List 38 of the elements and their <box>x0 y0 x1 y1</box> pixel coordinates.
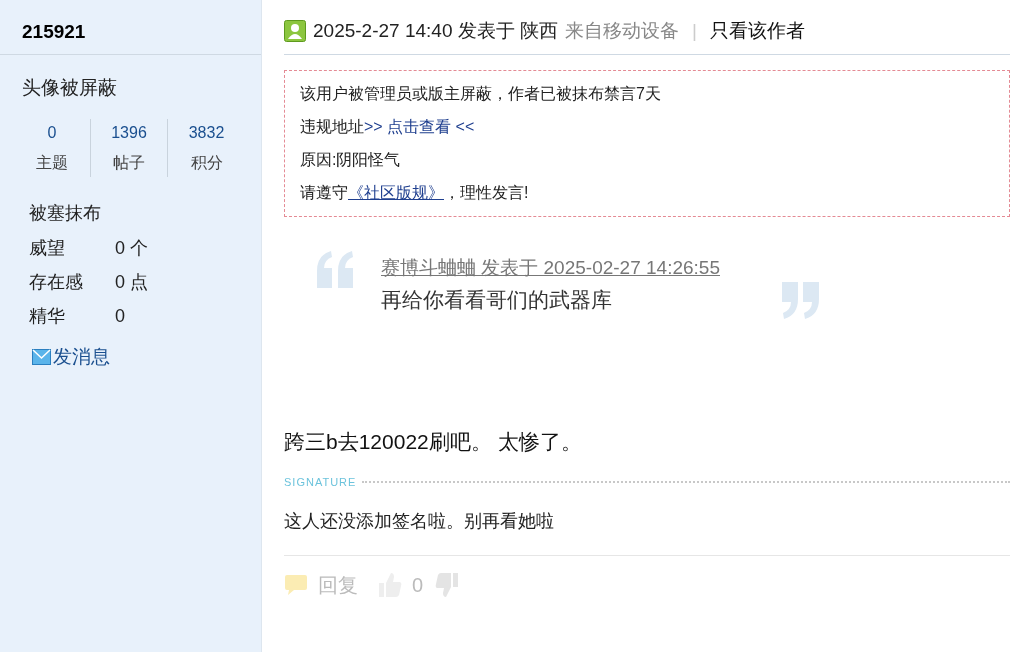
stat-value[interactable]: 3832 <box>188 123 225 143</box>
field-label: 威望 <box>29 236 66 260</box>
field-label: 存在感 <box>29 270 84 294</box>
stat-label: 主题 <box>36 153 68 173</box>
notice-line: 请遵守《社区版规》，理性发言! <box>300 183 530 203</box>
device-label: 来自移动设备 <box>565 18 679 43</box>
user-avatar-icon <box>284 20 306 42</box>
stat-value[interactable]: 0 <box>47 123 57 143</box>
notice-link[interactable]: >> 点击查看 << <box>364 118 475 135</box>
user-group: 被塞抹布 <box>0 177 261 225</box>
post-date: 2025-2-27 14:40 发表于 陕西 <box>313 18 558 43</box>
signature-label: SIGNATURE <box>284 475 357 489</box>
send-message-link[interactable]: 发消息 <box>32 343 110 372</box>
post-body: 跨三b去120022刷吧。 太惨了。 <box>284 429 583 455</box>
quote-author-link[interactable]: 赛博斗蛐蛐 发表于 2025-02-27 14:26:55 <box>381 255 720 281</box>
stat-label: 帖子 <box>113 153 145 173</box>
notice-link[interactable]: 《社区版规》 <box>348 184 444 201</box>
envelope-icon <box>32 349 51 366</box>
notice-line: 违规地址>> 点击查看 << <box>300 117 476 137</box>
username[interactable]: 215921 <box>22 18 261 46</box>
field-label: 精华 <box>29 304 66 328</box>
only-author-link[interactable]: 只看该作者 <box>709 16 805 46</box>
field-value: 0 点 <box>115 270 148 294</box>
close-quote-icon <box>780 282 821 319</box>
thumbs-down-icon[interactable] <box>433 572 460 598</box>
notice-line: 原因:阴阳怪气 <box>300 150 402 170</box>
field-value: 0 <box>115 304 125 328</box>
like-count: 0 <box>412 573 424 598</box>
stat-value[interactable]: 1396 <box>111 123 147 143</box>
separator: | <box>691 18 698 43</box>
signature-text: 这人还没添加签名啦。别再看她啦 <box>284 510 555 533</box>
open-quote-icon <box>315 251 356 288</box>
field-value: 0 个 <box>115 236 148 260</box>
speech-bubble-icon <box>284 574 308 596</box>
avatar-placeholder-text: 头像被屏蔽 <box>21 76 118 100</box>
quote-text: 再给你看看哥们的武器库 <box>381 287 612 313</box>
stat-label: 积分 <box>190 153 223 173</box>
notice-line: 该用户被管理员或版主屏蔽，作者已被抹布禁言7天 <box>300 84 662 104</box>
